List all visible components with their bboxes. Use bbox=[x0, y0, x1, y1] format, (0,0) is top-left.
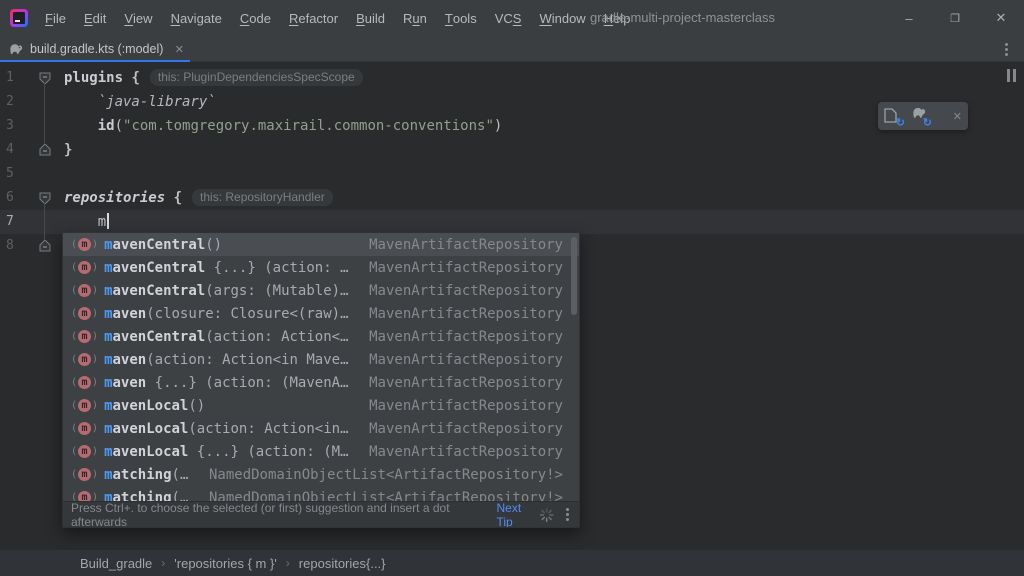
progress-spinner-icon bbox=[539, 507, 554, 523]
code-line-7: m bbox=[64, 210, 109, 234]
method-icon: (m) bbox=[71, 307, 98, 320]
breadcrumb-bar: Build_gradle › 'repositories { m }' › reposi… bbox=[0, 550, 1024, 576]
code-line-6: repositories {this: RepositoryHandler bbox=[64, 186, 333, 210]
ide-window: FileEditViewNavigateCodeRefactorBuildRun… bbox=[0, 0, 1024, 576]
reload-gradle-project-icon[interactable]: ↻ bbox=[911, 108, 928, 125]
code-line-2: `java-library` bbox=[64, 90, 216, 114]
menu-edit[interactable]: Edit bbox=[75, 0, 115, 36]
method-icon: (m) bbox=[71, 330, 98, 343]
window-title: gradle-multi-project-masterclass bbox=[590, 0, 775, 36]
gradle-reload-toolbar: ↻ ↻ ✕ bbox=[878, 102, 968, 130]
line-number-8: 8 bbox=[6, 234, 26, 258]
titlebar: FileEditViewNavigateCodeRefactorBuildRun… bbox=[0, 0, 1024, 36]
completion-item-mavenLocal[interactable]: (m)mavenLocal {...} (action: (M…MavenArt… bbox=[63, 440, 579, 463]
current-line-highlight bbox=[0, 210, 1024, 234]
menu-run[interactable]: Run bbox=[394, 0, 436, 36]
completion-item-mavenCentral[interactable]: (m)mavenCentral()MavenArtifactRepository bbox=[63, 233, 579, 256]
line-number-2: 2 bbox=[6, 90, 26, 114]
active-tab-indicator bbox=[0, 60, 190, 62]
line-number-3: 3 bbox=[6, 114, 26, 138]
popup-menu-kebab-icon[interactable] bbox=[566, 508, 569, 521]
completion-popup: (m)mavenCentral()MavenArtifactRepository… bbox=[62, 232, 580, 528]
completion-item-mavenCentral[interactable]: (m)mavenCentral {...} (action: …MavenArt… bbox=[63, 256, 579, 279]
method-icon: (m) bbox=[71, 399, 98, 412]
inlay-hint[interactable]: this: RepositoryHandler bbox=[192, 189, 333, 206]
gradle-elephant-icon bbox=[8, 41, 24, 57]
popup-scrollbar[interactable] bbox=[570, 235, 578, 501]
fold-marker-open[interactable] bbox=[38, 186, 52, 210]
code-line-1: plugins {this: PluginDependenciesSpecSco… bbox=[64, 66, 363, 90]
fold-marker-close[interactable] bbox=[38, 234, 52, 258]
menu-vcs[interactable]: VCS bbox=[486, 0, 531, 36]
method-icon: (m) bbox=[71, 445, 98, 458]
inspections-paused-icon[interactable] bbox=[1007, 69, 1016, 82]
breadcrumb-separator: › bbox=[161, 556, 165, 570]
fold-marker-open[interactable] bbox=[38, 66, 52, 90]
completion-item-mavenCentral[interactable]: (m)mavenCentral(args: (Mutable)…MavenArt… bbox=[63, 279, 579, 302]
code-line-4: } bbox=[64, 138, 72, 162]
breadcrumb-item[interactable]: repositories{...} bbox=[299, 556, 386, 571]
breadcrumb-separator: › bbox=[286, 556, 290, 570]
code-line-3: id("com.tomgregory.maxirail.common-conve… bbox=[64, 114, 502, 138]
completion-item-matching[interactable]: (m)matching(…NamedDomainObjectList<Artif… bbox=[63, 463, 579, 486]
minimize-button[interactable]: – bbox=[886, 0, 932, 36]
tab-options-icon[interactable] bbox=[998, 40, 1014, 58]
method-icon: (m) bbox=[71, 238, 98, 251]
fold-marker-close[interactable] bbox=[38, 138, 52, 162]
method-icon: (m) bbox=[71, 261, 98, 274]
completion-item-maven[interactable]: (m)maven(action: Action<in Mave…MavenArt… bbox=[63, 348, 579, 371]
completion-item-mavenLocal[interactable]: (m)mavenLocal()MavenArtifactRepository bbox=[63, 394, 579, 417]
editor-tab-bar: build.gradle.kts (:model) ✕ bbox=[0, 36, 1024, 62]
menu-build[interactable]: Build bbox=[347, 0, 394, 36]
method-icon: (m) bbox=[71, 353, 98, 366]
breadcrumb-item[interactable]: 'repositories { m }' bbox=[174, 556, 277, 571]
menu-code[interactable]: Code bbox=[231, 0, 280, 36]
dismiss-reload-icon[interactable]: ✕ bbox=[953, 110, 962, 123]
menu-tools[interactable]: Tools bbox=[436, 0, 486, 36]
method-icon: (m) bbox=[71, 468, 98, 481]
fold-region-line bbox=[44, 203, 45, 240]
tab-title: build.gradle.kts (:model) bbox=[30, 42, 163, 56]
inlay-hint[interactable]: this: PluginDependenciesSpecScope bbox=[150, 69, 363, 86]
line-number-5: 5 bbox=[6, 162, 26, 186]
completion-item-mavenCentral[interactable]: (m)mavenCentral(action: Action<…MavenArt… bbox=[63, 325, 579, 348]
close-window-button[interactable]: ✕ bbox=[978, 0, 1024, 36]
menu-navigate[interactable]: Navigate bbox=[162, 0, 231, 36]
method-icon: (m) bbox=[71, 422, 98, 435]
tab-build-gradle-kts[interactable]: build.gradle.kts (:model) ✕ bbox=[0, 36, 190, 62]
completion-item-maven[interactable]: (m)maven {...} (action: (MavenA…MavenArt… bbox=[63, 371, 579, 394]
completion-list: (m)mavenCentral()MavenArtifactRepository… bbox=[63, 233, 579, 502]
completion-hint-text: Press Ctrl+. to choose the selected (or … bbox=[71, 501, 491, 529]
intellij-logo-icon bbox=[10, 9, 28, 27]
line-number-4: 4 bbox=[6, 138, 26, 162]
next-tip-link[interactable]: Next Tip bbox=[497, 501, 539, 529]
menu-window[interactable]: Window bbox=[530, 0, 594, 36]
line-number-7: 7 bbox=[6, 210, 26, 234]
load-script-changes-icon[interactable]: ↻ bbox=[884, 108, 901, 125]
breadcrumb-item[interactable]: Build_gradle bbox=[80, 556, 152, 571]
completion-item-maven[interactable]: (m)maven(closure: Closure<(raw)…MavenArt… bbox=[63, 302, 579, 325]
line-number-6: 6 bbox=[6, 186, 26, 210]
menubar: FileEditViewNavigateCodeRefactorBuildRun… bbox=[36, 0, 639, 36]
completion-footer: Press Ctrl+. to choose the selected (or … bbox=[63, 501, 579, 527]
menu-view[interactable]: View bbox=[115, 0, 161, 36]
tab-close-icon[interactable]: ✕ bbox=[175, 43, 184, 56]
completion-item-mavenLocal[interactable]: (m)mavenLocal(action: Action<in…MavenArt… bbox=[63, 417, 579, 440]
fold-region-line bbox=[44, 83, 45, 144]
window-controls: – ❐ ✕ bbox=[886, 0, 1024, 36]
menu-refactor[interactable]: Refactor bbox=[280, 0, 347, 36]
method-icon: (m) bbox=[71, 376, 98, 389]
line-number-1: 1 bbox=[6, 66, 26, 90]
menu-file[interactable]: File bbox=[36, 0, 75, 36]
restore-button[interactable]: ❐ bbox=[932, 0, 978, 36]
text-caret bbox=[107, 213, 109, 229]
method-icon: (m) bbox=[71, 284, 98, 297]
